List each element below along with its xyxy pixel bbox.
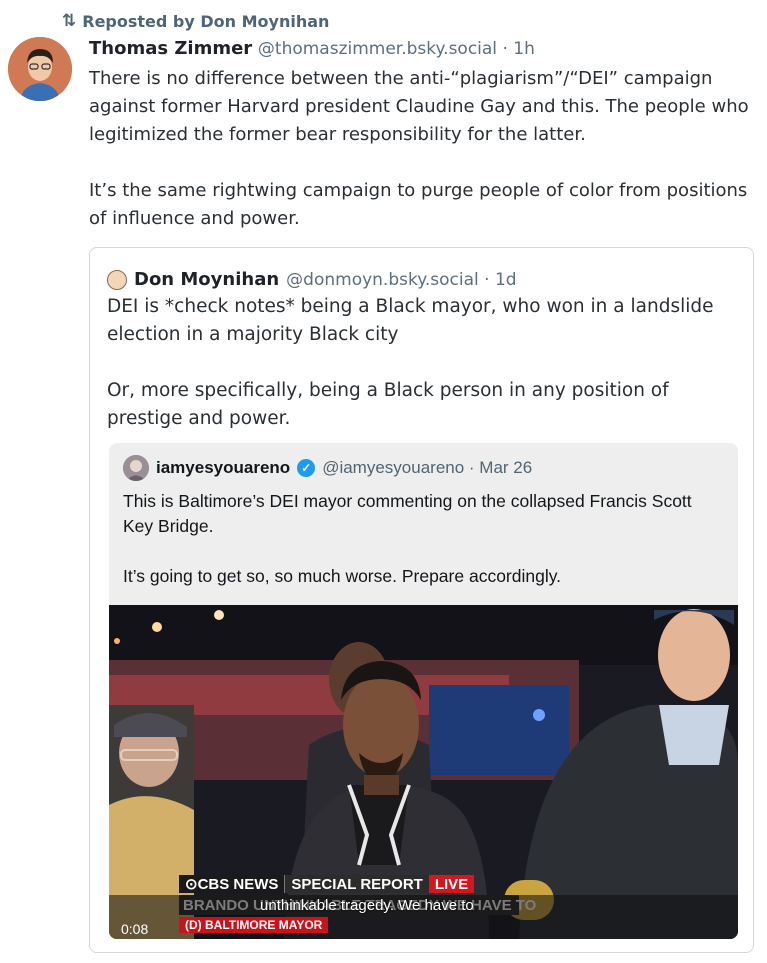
- quote-card[interactable]: Don Moynihan @donmoyn.bsky.social · 1d D…: [89, 247, 754, 953]
- post-paragraph: It’s the same rightwing campaign to purg…: [89, 180, 748, 229]
- quote-handle[interactable]: @donmoyn.bsky.social · 1d: [286, 268, 516, 292]
- tweet-header: iamyesyouareno ✓ @iamyesyouareno · Mar 2…: [123, 455, 532, 481]
- name-tag: (D) BALTIMORE MAYOR: [179, 917, 329, 933]
- tweet-handle[interactable]: @iamyesyouareno · Mar 26: [322, 458, 532, 478]
- repost-label: Reposted by Don Moynihan: [82, 11, 330, 31]
- live-badge: LIVE: [428, 875, 475, 893]
- quote-paragraph: Or, more specifically, being a Black per…: [107, 380, 669, 429]
- verified-icon: ✓: [297, 459, 316, 477]
- avatar[interactable]: [8, 37, 72, 101]
- quote-avatar: [107, 270, 127, 290]
- lower-third: ⊙CBS NEWS SPECIAL REPORT LIVE BRANDO UNT…: [179, 875, 536, 933]
- tweet-text: This is Baltimore’s DEI mayor commenting…: [123, 489, 723, 614]
- repost-icon: ⇅: [62, 11, 77, 31]
- avatar-image: [8, 37, 72, 101]
- tweet-avatar-image: [123, 455, 149, 481]
- tweet-author[interactable]: iamyesyouareno: [156, 458, 290, 478]
- special-report-label: SPECIAL REPORT: [284, 875, 429, 893]
- post-handle[interactable]: @thomaszimmer.bsky.social · 1h: [258, 39, 535, 59]
- tweet-avatar: [123, 455, 149, 481]
- caption-bar: BRANDO UNTHINKABLE TRAGEDY WE HAVE TO un…: [179, 895, 536, 915]
- quote-text: DEI is *check notes* being a Black mayor…: [107, 293, 747, 461]
- quote-author[interactable]: Don Moynihan: [134, 268, 279, 292]
- quote-paragraph: DEI is *check notes* being a Black mayor…: [107, 296, 714, 345]
- post-author[interactable]: Thomas Zimmer: [89, 38, 252, 59]
- video-timestamp: 0:08: [121, 921, 149, 937]
- post-header: Thomas Zimmer @thomaszimmer.bsky.social …: [89, 36, 759, 62]
- video-player[interactable]: ⊙CBS NEWS SPECIAL REPORT LIVE BRANDO UNT…: [109, 605, 738, 939]
- cbs-news-logo: ⊙CBS NEWS: [179, 875, 285, 893]
- embedded-tweet[interactable]: iamyesyouareno ✓ @iamyesyouareno · Mar 2…: [109, 443, 738, 939]
- quote-header: Don Moynihan @donmoyn.bsky.social · 1d: [107, 268, 517, 292]
- post-text: There is no difference between the anti-…: [89, 65, 759, 233]
- post[interactable]: Thomas Zimmer @thomaszimmer.bsky.social …: [89, 36, 759, 233]
- tweet-paragraph: It’s going to get so, so much worse. Pre…: [123, 566, 562, 586]
- closed-caption: unthinkable tragedy. We have to: [260, 897, 474, 914]
- tweet-paragraph: This is Baltimore’s DEI mayor commenting…: [123, 491, 692, 536]
- broadcast-banner: ⊙CBS NEWS SPECIAL REPORT LIVE: [179, 875, 475, 893]
- post-paragraph: There is no difference between the anti-…: [89, 68, 749, 145]
- repost-line[interactable]: ⇅ Reposted by Don Moynihan: [62, 11, 329, 31]
